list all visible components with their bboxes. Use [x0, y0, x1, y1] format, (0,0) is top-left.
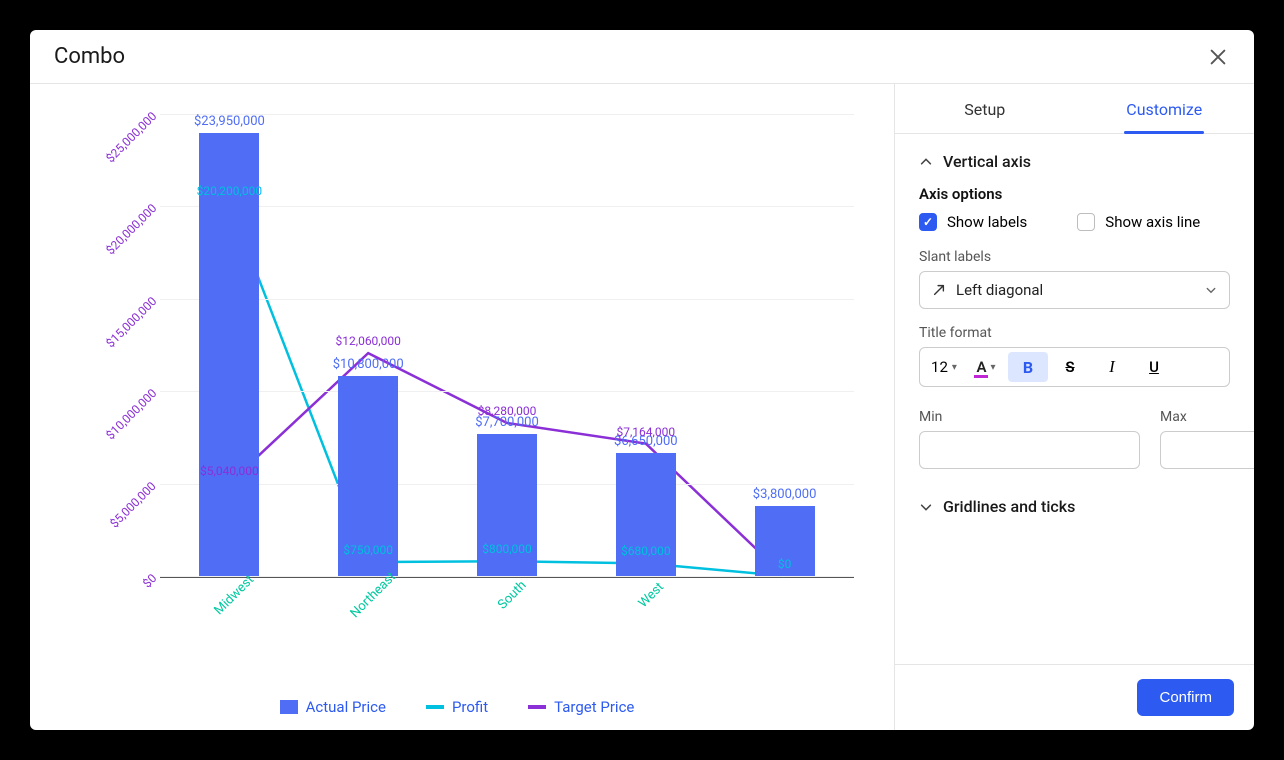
- underline-icon: U: [1149, 358, 1159, 376]
- arrow-diagonal-icon: [932, 283, 946, 297]
- title-format-label: Title format: [919, 325, 1230, 341]
- checkbox-icon: [1077, 213, 1095, 231]
- italic-icon: I: [1109, 357, 1115, 377]
- chevron-down-icon: [1205, 284, 1217, 296]
- line-value-label: $12,060,000: [335, 334, 400, 348]
- slant-labels-select[interactable]: Left diagonal: [919, 271, 1230, 309]
- gridline: [160, 206, 854, 207]
- x-category-label: Northeast: [348, 570, 399, 621]
- font-color-icon: A: [976, 358, 986, 376]
- checkbox-show-axis-line[interactable]: Show axis line: [1077, 213, 1200, 231]
- axis-options-subheading: Axis options: [919, 185, 1230, 203]
- legend: Actual Price Profit Target Price: [50, 688, 864, 720]
- min-input[interactable]: [919, 431, 1140, 469]
- chart-area: $0 $5,000,000 $10,000,000 $15,000,000 $20,00…: [50, 104, 864, 688]
- select-value: Left diagonal: [956, 281, 1043, 299]
- chart-config-modal: Combo $0 $5,000,000 $10,000,000 $15,000,000…: [30, 30, 1254, 730]
- title-format-toolbar: 12 ▾ A ▾ B S I: [919, 347, 1230, 387]
- chevron-down-icon: ▾: [952, 362, 957, 373]
- tab-setup[interactable]: Setup: [895, 84, 1075, 133]
- font-color-button[interactable]: A ▾: [966, 352, 1006, 382]
- bar-value-label: $23,950,000: [194, 114, 265, 129]
- customize-side-pane: Setup Customize Vertical axis Axis optio…: [894, 84, 1254, 730]
- side-pane-footer: Confirm: [895, 664, 1254, 730]
- min-label: Min: [919, 409, 1140, 425]
- min-max-row: Min Max: [919, 401, 1230, 469]
- font-size-value: 12: [931, 358, 948, 376]
- line-value-label: $8,280,000: [478, 404, 537, 418]
- modal-body: $0 $5,000,000 $10,000,000 $15,000,000 $20,00…: [30, 84, 1254, 730]
- legend-item-actual[interactable]: Actual Price: [280, 698, 386, 716]
- chevron-down-icon: [919, 500, 933, 514]
- bar-value-label: $10,800,000: [333, 357, 404, 372]
- tabs: Setup Customize: [895, 84, 1254, 134]
- line-value-label: $5,040,000: [200, 464, 259, 478]
- chevron-down-icon: ▾: [990, 362, 995, 373]
- modal-title: Combo: [54, 44, 125, 69]
- section-gridlines-header[interactable]: Gridlines and ticks: [919, 497, 1230, 516]
- legend-swatch-line-icon: [528, 705, 546, 709]
- tab-customize[interactable]: Customize: [1075, 84, 1255, 133]
- checkbox-show-labels[interactable]: Show labels: [919, 213, 1027, 231]
- gridline: [160, 391, 854, 392]
- modal-header: Combo: [30, 30, 1254, 84]
- gridline: [160, 299, 854, 300]
- axis-options-row: Show labels Show axis line: [919, 213, 1230, 231]
- x-category-label: Midwest: [212, 573, 258, 619]
- legend-swatch-line-icon: [426, 705, 444, 709]
- checkbox-label: Show axis line: [1105, 213, 1200, 231]
- section-title: Gridlines and ticks: [943, 497, 1075, 516]
- section-vertical-axis-header[interactable]: Vertical axis: [919, 152, 1230, 171]
- section-title: Vertical axis: [943, 152, 1031, 171]
- line-value-label: $0: [778, 557, 792, 571]
- strikethrough-button[interactable]: S: [1050, 352, 1090, 382]
- bold-icon: B: [1023, 358, 1033, 377]
- slant-labels-label: Slant labels: [919, 249, 1230, 265]
- y-tick-label: $0: [140, 571, 159, 590]
- chevron-up-icon: [919, 155, 933, 169]
- legend-label: Profit: [452, 698, 488, 716]
- bar-value-label: $3,800,000: [753, 487, 817, 502]
- confirm-button[interactable]: Confirm: [1137, 679, 1234, 716]
- close-icon: [1207, 46, 1229, 68]
- line-value-label: $7,164,000: [616, 425, 675, 439]
- max-label: Max: [1160, 409, 1254, 425]
- line-value-label: $750,000: [343, 543, 393, 557]
- line-value-label: $800,000: [482, 542, 532, 556]
- line-value-label: $20,200,000: [197, 184, 262, 198]
- y-tick-label: $15,000,000: [103, 294, 159, 350]
- checkbox-icon: [919, 213, 937, 231]
- underline-button[interactable]: U: [1134, 352, 1174, 382]
- checkbox-label: Show labels: [947, 213, 1027, 231]
- y-tick-label: $10,000,000: [103, 386, 159, 442]
- chart-preview-pane: $0 $5,000,000 $10,000,000 $15,000,000 $20,00…: [30, 84, 894, 730]
- x-category-label: West: [635, 580, 666, 611]
- x-category-label: South: [495, 578, 529, 612]
- close-button[interactable]: [1206, 45, 1230, 69]
- gridline: [160, 576, 854, 577]
- customize-panel: Vertical axis Axis options Show labels S…: [895, 134, 1254, 664]
- y-tick-label: $20,000,000: [103, 201, 159, 257]
- line-value-label: $680,000: [621, 544, 671, 558]
- strikethrough-icon: S: [1065, 358, 1074, 376]
- legend-item-target[interactable]: Target Price: [528, 698, 634, 716]
- bar[interactable]: $23,950,000: [199, 133, 259, 576]
- legend-swatch-bar-icon: [280, 700, 298, 714]
- plot-region: $0$5,000,000$10,000,000$15,000,000$20,00…: [160, 114, 854, 578]
- font-size-select[interactable]: 12 ▾: [924, 352, 964, 382]
- legend-label: Actual Price: [306, 698, 386, 716]
- y-tick-label: $25,000,000: [103, 109, 159, 165]
- max-input[interactable]: [1160, 431, 1254, 469]
- legend-item-profit[interactable]: Profit: [426, 698, 488, 716]
- legend-label: Target Price: [554, 698, 634, 716]
- bold-button[interactable]: B: [1008, 352, 1048, 382]
- italic-button[interactable]: I: [1092, 352, 1132, 382]
- y-tick-label: $5,000,000: [108, 479, 159, 530]
